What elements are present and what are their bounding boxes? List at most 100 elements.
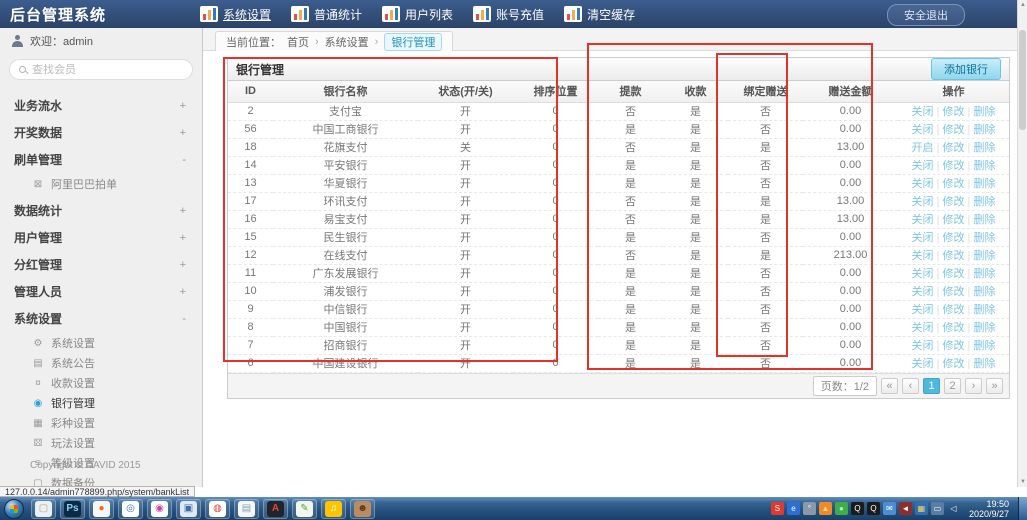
sidebar-group-系统设置[interactable]: 系统设置- [0,305,202,332]
sidebar-item-玩法设置[interactable]: ⚄玩法设置 [0,433,202,453]
sidebar-group-分红管理[interactable]: 分红管理+ [0,251,202,278]
op-link-修改[interactable]: 修改 [943,214,965,226]
op-link-修改[interactable]: 修改 [943,232,965,244]
sidebar-item-彩种设置[interactable]: ▦彩种设置 [0,413,202,433]
sidebar-item-系统公告[interactable]: ▤系统公告 [0,353,202,373]
nav-item-账号充值[interactable]: 账号充值 [473,6,544,23]
sidebar-group-刷单管理[interactable]: 刷单管理- [0,146,202,173]
op-link-删除[interactable]: 删除 [973,250,995,262]
op-link-关闭[interactable]: 关闭 [912,214,934,226]
ie-tray-icon[interactable]: e [787,502,800,515]
op-link-删除[interactable]: 删除 [973,322,995,334]
player-tray-icon[interactable]: ◄ [899,502,912,515]
nav-item-普通统计[interactable]: 普通统计 [291,6,362,23]
op-link-关闭[interactable]: 关闭 [912,340,934,352]
op-link-删除[interactable]: 删除 [973,160,995,172]
op-link-关闭[interactable]: 关闭 [912,106,934,118]
chart-tool-icon[interactable]: ✎ [292,499,317,519]
sogou-tray-icon[interactable]: S [771,502,784,515]
qq-tray-icon[interactable]: Q [851,502,864,515]
network-tray-icon[interactable]: ▭ [931,502,944,515]
op-link-关闭[interactable]: 关闭 [912,322,934,334]
op-link-删除[interactable]: 删除 [973,340,995,352]
op-link-删除[interactable]: 删除 [973,358,995,370]
breadcrumb-item[interactable]: 银行管理 [384,33,442,51]
firefox-icon[interactable]: ● [89,499,114,519]
page-button-‹[interactable]: ‹ [902,378,919,394]
op-link-修改[interactable]: 修改 [943,268,965,280]
sidebar-group-数据统计[interactable]: 数据统计+ [0,197,202,224]
op-link-修改[interactable]: 修改 [943,196,965,208]
music-icon[interactable]: ♫ [321,499,346,519]
colors-tray-icon[interactable]: ▦ [915,502,928,515]
page-button-»[interactable]: » [986,378,1003,394]
op-link-修改[interactable]: 修改 [943,322,965,334]
swirl-browser-icon[interactable]: ◉ [147,499,172,519]
page-scrollbar[interactable]: ▲ ▼ [1017,0,1027,487]
breadcrumb-item[interactable]: 系统设置 [325,34,369,50]
op-link-修改[interactable]: 修改 [943,142,965,154]
op-link-关闭[interactable]: 关闭 [912,286,934,298]
op-link-关闭[interactable]: 关闭 [912,196,934,208]
op-link-修改[interactable]: 修改 [943,250,965,262]
notepad-icon[interactable]: ▤ [234,499,259,519]
op-link-关闭[interactable]: 关闭 [912,358,934,370]
photoshop-icon[interactable]: Ps [60,499,85,519]
op-link-关闭[interactable]: 关闭 [912,178,934,190]
page-button-›[interactable]: › [965,378,982,394]
op-link-修改[interactable]: 修改 [943,106,965,118]
sidebar-group-管理人员[interactable]: 管理人员+ [0,278,202,305]
op-link-删除[interactable]: 删除 [973,106,995,118]
op-link-关闭[interactable]: 关闭 [912,268,934,280]
circles-app-icon[interactable]: ◎ [118,499,143,519]
computer-icon[interactable]: ▣ [176,499,201,519]
clock[interactable]: 19:50 2020/9/27 [969,499,1009,519]
chrome-icon[interactable]: ◍ [205,499,230,519]
op-link-修改[interactable]: 修改 [943,286,965,298]
op-link-修改[interactable]: 修改 [943,340,965,352]
nav-item-清空缓存[interactable]: 清空缓存 [564,6,635,23]
op-link-关闭[interactable]: 关闭 [912,232,934,244]
op-link-删除[interactable]: 删除 [973,268,995,280]
avatar-icon[interactable]: ☻ [350,499,375,519]
breadcrumb-item[interactable]: 首页 [287,34,309,50]
op-link-修改[interactable]: 修改 [943,304,965,316]
flame-tray-icon[interactable]: ▲ [819,502,832,515]
op-link-修改[interactable]: 修改 [943,124,965,136]
sogou-input-icon[interactable]: A [263,499,288,519]
pin-tray-icon[interactable]: ° [803,502,816,515]
sidebar-group-业务流水[interactable]: 业务流水+ [0,92,202,119]
op-link-关闭[interactable]: 关闭 [912,304,934,316]
volume-tray-icon[interactable]: ◁ [947,502,960,515]
sidebar-group-开奖数据[interactable]: 开奖数据+ [0,119,202,146]
op-link-关闭[interactable]: 关闭 [912,250,934,262]
green-orb-tray-icon[interactable]: ● [835,502,848,515]
op-link-关闭[interactable]: 关闭 [912,160,934,172]
op-link-删除[interactable]: 删除 [973,178,995,190]
sidebar-item-系统设置[interactable]: ⚙系统设置 [0,333,202,353]
op-link-删除[interactable]: 删除 [973,304,995,316]
op-link-删除[interactable]: 删除 [973,232,995,244]
op-link-删除[interactable]: 删除 [973,286,995,298]
sidebar-group-用户管理[interactable]: 用户管理+ [0,224,202,251]
start-button[interactable] [4,499,24,519]
op-link-删除[interactable]: 删除 [973,124,995,136]
op-link-删除[interactable]: 删除 [973,196,995,208]
add-bank-button[interactable]: 添加银行 [931,58,1001,80]
sidebar-item-阿里巴巴拍单[interactable]: ⊠阿里巴巴拍单 [0,174,202,194]
show-desktop-button[interactable] [1018,497,1027,520]
nav-item-用户列表[interactable]: 用户列表 [382,6,453,23]
nav-item-系统设置[interactable]: 系统设置 [200,6,271,23]
page-button-2[interactable]: 2 [944,378,961,394]
sidebar-item-收款设置[interactable]: ¤收款设置 [0,373,202,393]
qq2-tray-icon[interactable]: Q [867,502,880,515]
sidebar-item-银行管理[interactable]: ◉银行管理 [0,393,202,413]
op-link-修改[interactable]: 修改 [943,178,965,190]
op-link-删除[interactable]: 删除 [973,214,995,226]
scroll-down-icon[interactable]: ▼ [1018,477,1027,487]
logout-button[interactable]: 安全退出 [887,4,965,26]
op-link-关闭[interactable]: 关闭 [912,124,934,136]
page-button-«[interactable]: « [881,378,898,394]
explorer-icon[interactable]: ▢ [31,499,56,519]
op-link-修改[interactable]: 修改 [943,358,965,370]
